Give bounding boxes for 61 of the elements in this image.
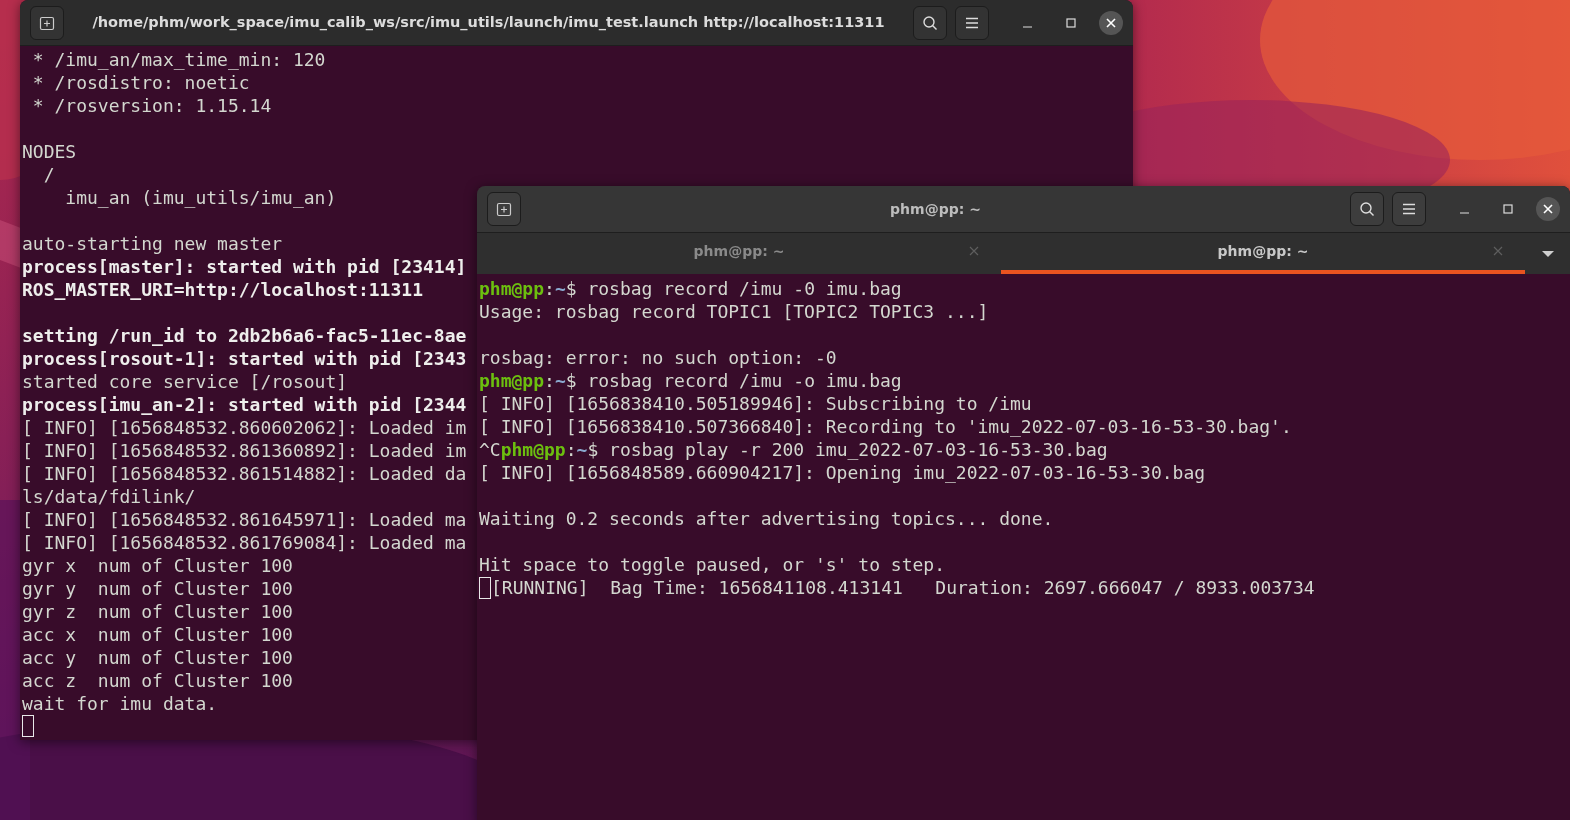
terminal-line: auto-starting new master xyxy=(22,232,283,255)
terminal-line: [ INFO] [1656848532.860602062]: Loaded im xyxy=(22,416,467,439)
terminal-line: gyr x num of Cluster 100 xyxy=(22,554,293,577)
terminal-line: [RUNNING] Bag Time: 1656841108.413141 Duration: 2697.666047 / 8933.003734 xyxy=(491,576,1315,599)
window-title: phm@pp: ~ xyxy=(889,199,982,219)
terminal-line: imu_an (imu_utils/imu_an) xyxy=(64,186,337,209)
close-button[interactable] xyxy=(1536,197,1560,221)
terminal-line: acc y num of Cluster 100 xyxy=(22,646,293,669)
dropdown-icon[interactable] xyxy=(1541,249,1554,258)
terminal-line: gyr y num of Cluster 100 xyxy=(22,577,293,600)
search-icon xyxy=(922,14,938,31)
plus-square-icon xyxy=(39,14,55,31)
menu-button[interactable] xyxy=(955,5,989,40)
menu-icon xyxy=(965,16,979,29)
search-icon xyxy=(1359,201,1375,217)
terminal-line: NODES xyxy=(22,140,77,163)
terminal-line: ^Cphm@pp:~$ rosbag play -r 200 imu_2022-07-03-16-53-30.bag xyxy=(479,438,1108,461)
maximize-icon xyxy=(1503,204,1513,214)
terminal-line: ls/data/fdilink/ xyxy=(22,485,196,508)
terminal-line: acc x num of Cluster 100 xyxy=(22,623,293,646)
maximize-icon xyxy=(1066,17,1076,28)
window-title: /home/phm/work_space/imu_calib_ws/src/imu_utils/launch/imu_test.launch http://localhost:11311 xyxy=(91,12,886,33)
terminal-line: * /rosdistro: noetic xyxy=(31,71,250,94)
terminal-line: [ INFO] [1656848532.861769084]: Loaded ma xyxy=(22,531,467,554)
terminal-tab[interactable]: phm@pp: ~ xyxy=(477,233,1001,274)
terminal-line: started core service [/rosout] xyxy=(22,370,348,393)
terminal-line: process[imu_an-2]: started with pid [2344 xyxy=(22,393,467,416)
terminal-line: phm@pp:~$ rosbag record /imu -0 imu.bag xyxy=(479,277,902,300)
terminal-line: * /imu_an/max_time_min: 120 xyxy=(31,48,326,71)
menu-button[interactable] xyxy=(1392,192,1426,226)
plus-square-icon xyxy=(496,201,512,217)
menu-icon xyxy=(1402,203,1416,215)
terminal-line: [ INFO] [1656838410.507366840]: Recording to 'imu_2022-07-03-16-53-30.bag'. xyxy=(479,415,1292,438)
minimize-icon xyxy=(1022,25,1032,28)
close-icon xyxy=(1543,204,1553,214)
terminal-line: [ INFO] [1656848532.861360892]: Loaded im xyxy=(22,439,467,462)
terminal-line: gyr z num of Cluster 100 xyxy=(22,600,293,623)
terminal-line: rosbag: error: no such option: -0 xyxy=(479,346,837,369)
new-tab-button[interactable] xyxy=(30,5,64,40)
terminal-line: process[master]: started with pid [23414] xyxy=(22,255,467,278)
terminal-line: wait for imu data. xyxy=(22,692,218,715)
terminal-line: / xyxy=(42,163,55,186)
terminal-line: Waiting 0.2 seconds after advertising topics... done. xyxy=(479,507,1054,530)
close-button[interactable] xyxy=(1099,10,1123,35)
terminal-line: ROS_MASTER_URI=http://localhost:11311 xyxy=(22,278,423,301)
search-button[interactable] xyxy=(913,5,947,40)
terminal-line: setting /run_id to 2db2b6a6-fac5-11ec-8ae xyxy=(22,324,467,347)
new-tab-button[interactable] xyxy=(487,192,521,226)
terminal-line: Usage: rosbag record TOPIC1 [TOPIC2 TOPIC3 ...] xyxy=(479,300,989,323)
terminal-line: [ INFO] [1656848532.861514882]: Loaded da xyxy=(22,462,467,485)
terminal-line: acc z num of Cluster 100 xyxy=(22,669,293,692)
terminal-line: phm@pp:~$ rosbag record /imu -o imu.bag xyxy=(479,369,902,392)
search-button[interactable] xyxy=(1350,192,1384,226)
terminal-line: [ INFO] [1656848589.660904217]: Opening imu_2022-07-03-16-53-30.bag xyxy=(479,461,1206,484)
close-icon xyxy=(1106,17,1116,28)
terminal-line: [ INFO] [1656848532.861645971]: Loaded ma xyxy=(22,508,467,531)
terminal-line: Hit space to toggle paused, or 's' to step. xyxy=(479,553,945,576)
terminal-line: [ INFO] [1656838410.505189946]: Subscribing to /imu xyxy=(479,392,1032,415)
terminal-line: * /rosversion: 1.15.14 xyxy=(31,94,272,117)
terminal-line: process[rosout-1]: started with pid [2343 xyxy=(22,347,467,370)
minimize-icon xyxy=(1459,212,1469,214)
